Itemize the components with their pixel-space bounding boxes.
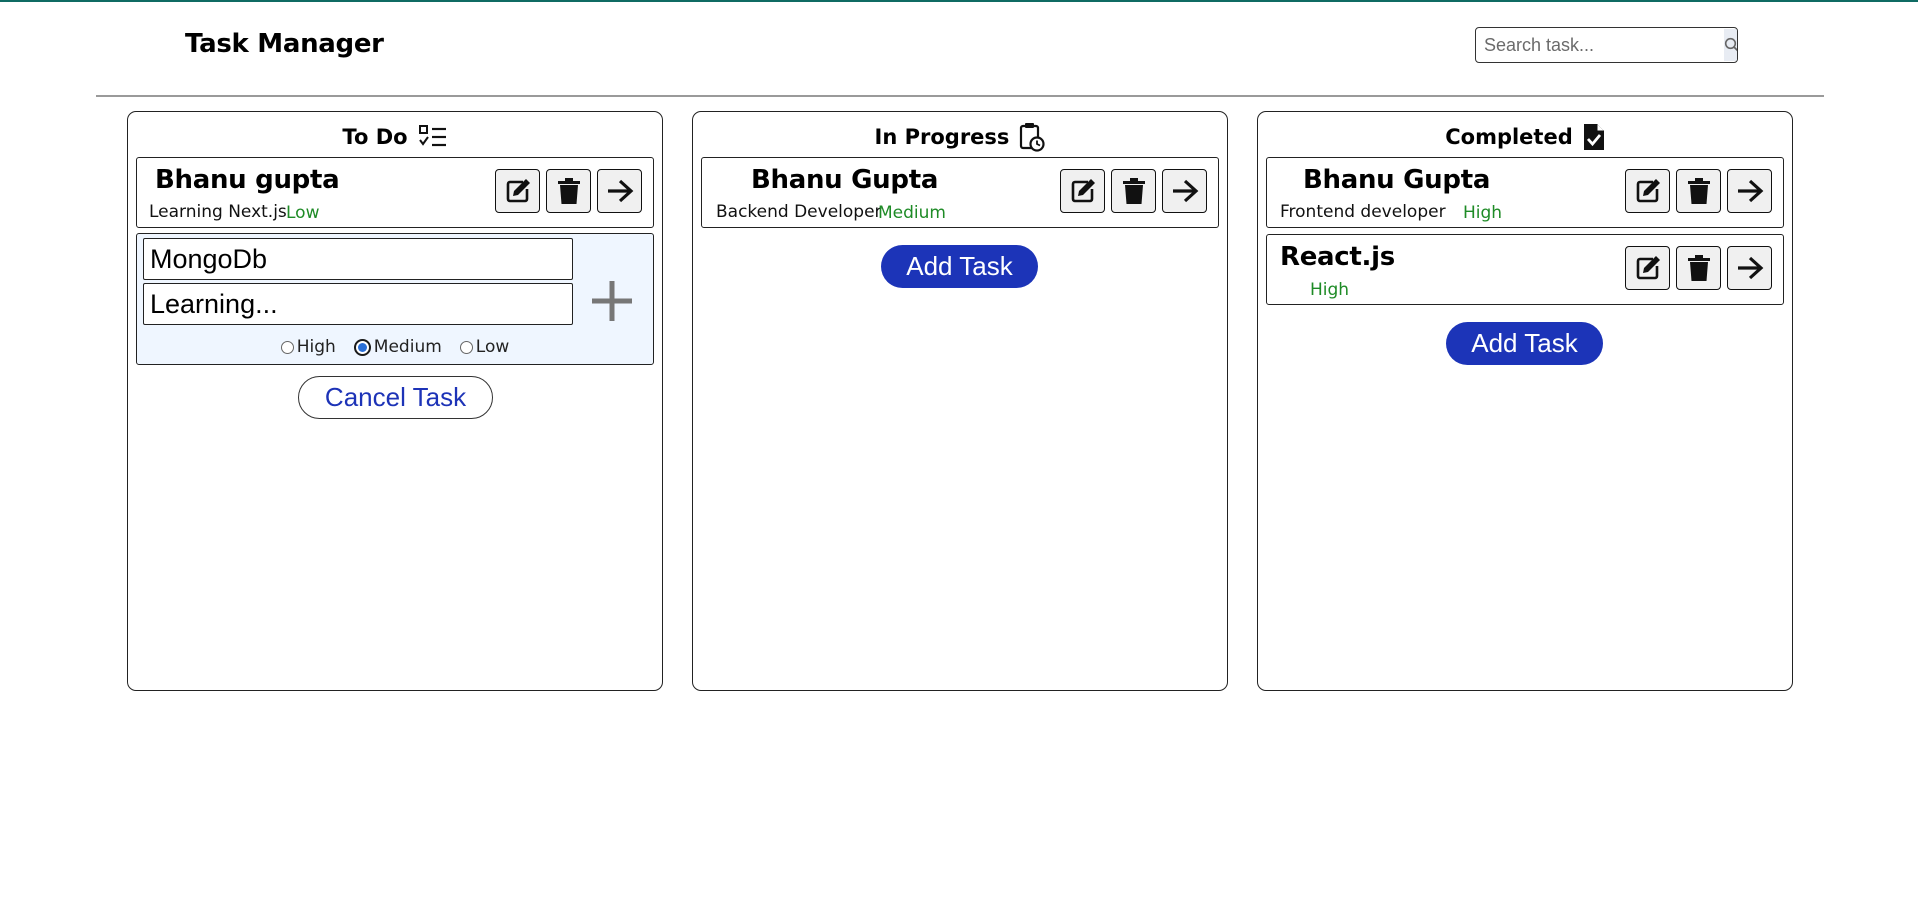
- task-card: Bhanu gupta Learning Next.js Low: [136, 157, 654, 228]
- delete-task-button[interactable]: [546, 169, 591, 213]
- task-priority: Low: [286, 203, 320, 223]
- edit-icon: [1636, 179, 1660, 203]
- move-task-button[interactable]: [1727, 246, 1772, 290]
- task-title: React.js: [1280, 242, 1395, 272]
- task-description: Backend Developer: [716, 202, 882, 222]
- delete-task-button[interactable]: [1676, 246, 1721, 290]
- in-progress-column-header: In Progress: [693, 122, 1227, 152]
- radio-medium[interactable]: [353, 338, 371, 356]
- task-title-input[interactable]: MongoDb: [143, 238, 573, 280]
- header-divider: [96, 95, 1824, 97]
- move-task-button[interactable]: [597, 169, 642, 213]
- edit-task-button[interactable]: [1060, 169, 1105, 213]
- add-task-form: MongoDb Learning... High Medium Low: [136, 233, 654, 365]
- completed-column: Completed Bhanu Gupta Frontend developer…: [1257, 111, 1793, 691]
- priority-option-high[interactable]: High: [280, 337, 336, 357]
- todo-column: To Do Bhanu gupta Learning Next.js Low M…: [127, 111, 663, 691]
- todo-column-title: To Do: [342, 125, 408, 149]
- delete-task-button[interactable]: [1111, 169, 1156, 213]
- file-check-icon: [1583, 124, 1604, 150]
- search-icon: [1724, 37, 1737, 52]
- cancel-task-button[interactable]: Cancel Task: [298, 376, 493, 419]
- trash-icon: [557, 178, 580, 204]
- task-description: Learning Next.js: [149, 202, 287, 222]
- task-title: Bhanu gupta: [155, 165, 340, 195]
- add-task-button[interactable]: Add Task: [1446, 322, 1603, 365]
- completed-column-title: Completed: [1445, 125, 1573, 149]
- priority-option-low[interactable]: Low: [459, 337, 510, 357]
- task-description: Frontend developer: [1280, 202, 1446, 222]
- priority-option-label: High: [296, 337, 336, 357]
- task-card: Bhanu Gupta Frontend developer High: [1266, 157, 1784, 228]
- search-button[interactable]: [1724, 29, 1737, 61]
- add-task-button[interactable]: Add Task: [881, 245, 1038, 288]
- task-title: Bhanu Gupta: [751, 165, 939, 195]
- todo-column-header: To Do: [128, 122, 662, 152]
- edit-task-button[interactable]: [495, 169, 540, 213]
- priority-radio-group: High Medium Low: [137, 337, 653, 357]
- checklist-icon: [418, 125, 446, 147]
- task-actions: [495, 169, 642, 213]
- edit-task-button[interactable]: [1625, 246, 1670, 290]
- edit-icon: [1071, 179, 1095, 203]
- task-actions: [1060, 169, 1207, 213]
- completed-column-header: Completed: [1258, 122, 1792, 152]
- trash-icon: [1122, 178, 1145, 204]
- arrow-right-icon: [1737, 256, 1763, 280]
- in-progress-column: In Progress Bhanu Gupta Backend Develope…: [692, 111, 1228, 691]
- priority-option-medium[interactable]: Medium: [353, 337, 442, 357]
- arrow-right-icon: [607, 179, 633, 203]
- top-accent-line: [0, 0, 1918, 2]
- task-priority: High: [1310, 280, 1350, 300]
- clipboard-clock-icon: [1020, 123, 1046, 152]
- task-description-input[interactable]: Learning...: [143, 283, 573, 325]
- edit-icon: [1636, 256, 1660, 280]
- priority-option-label: Low: [475, 337, 510, 357]
- arrow-right-icon: [1737, 179, 1763, 203]
- task-card: Bhanu Gupta Backend Developer Medium: [701, 157, 1219, 228]
- trash-icon: [1687, 255, 1710, 281]
- plus-icon: [592, 281, 632, 321]
- delete-task-button[interactable]: [1676, 169, 1721, 213]
- move-task-button[interactable]: [1727, 169, 1772, 213]
- task-title: Bhanu Gupta: [1303, 165, 1491, 195]
- task-card: React.js High: [1266, 234, 1784, 305]
- move-task-button[interactable]: [1162, 169, 1207, 213]
- radio-low[interactable]: [459, 340, 473, 354]
- priority-option-label: Medium: [373, 337, 442, 357]
- trash-icon: [1687, 178, 1710, 204]
- add-task-plus-button[interactable]: [587, 276, 637, 326]
- task-actions: [1625, 169, 1772, 213]
- radio-high[interactable]: [280, 340, 294, 354]
- task-priority: Medium: [878, 203, 946, 223]
- arrow-right-icon: [1172, 179, 1198, 203]
- search-input[interactable]: [1476, 28, 1724, 62]
- task-actions: [1625, 246, 1772, 290]
- app-title: Task Manager: [185, 29, 384, 59]
- edit-icon: [506, 179, 530, 203]
- task-priority: High: [1463, 203, 1503, 223]
- in-progress-column-title: In Progress: [874, 125, 1010, 149]
- search-box: [1475, 27, 1738, 63]
- edit-task-button[interactable]: [1625, 169, 1670, 213]
